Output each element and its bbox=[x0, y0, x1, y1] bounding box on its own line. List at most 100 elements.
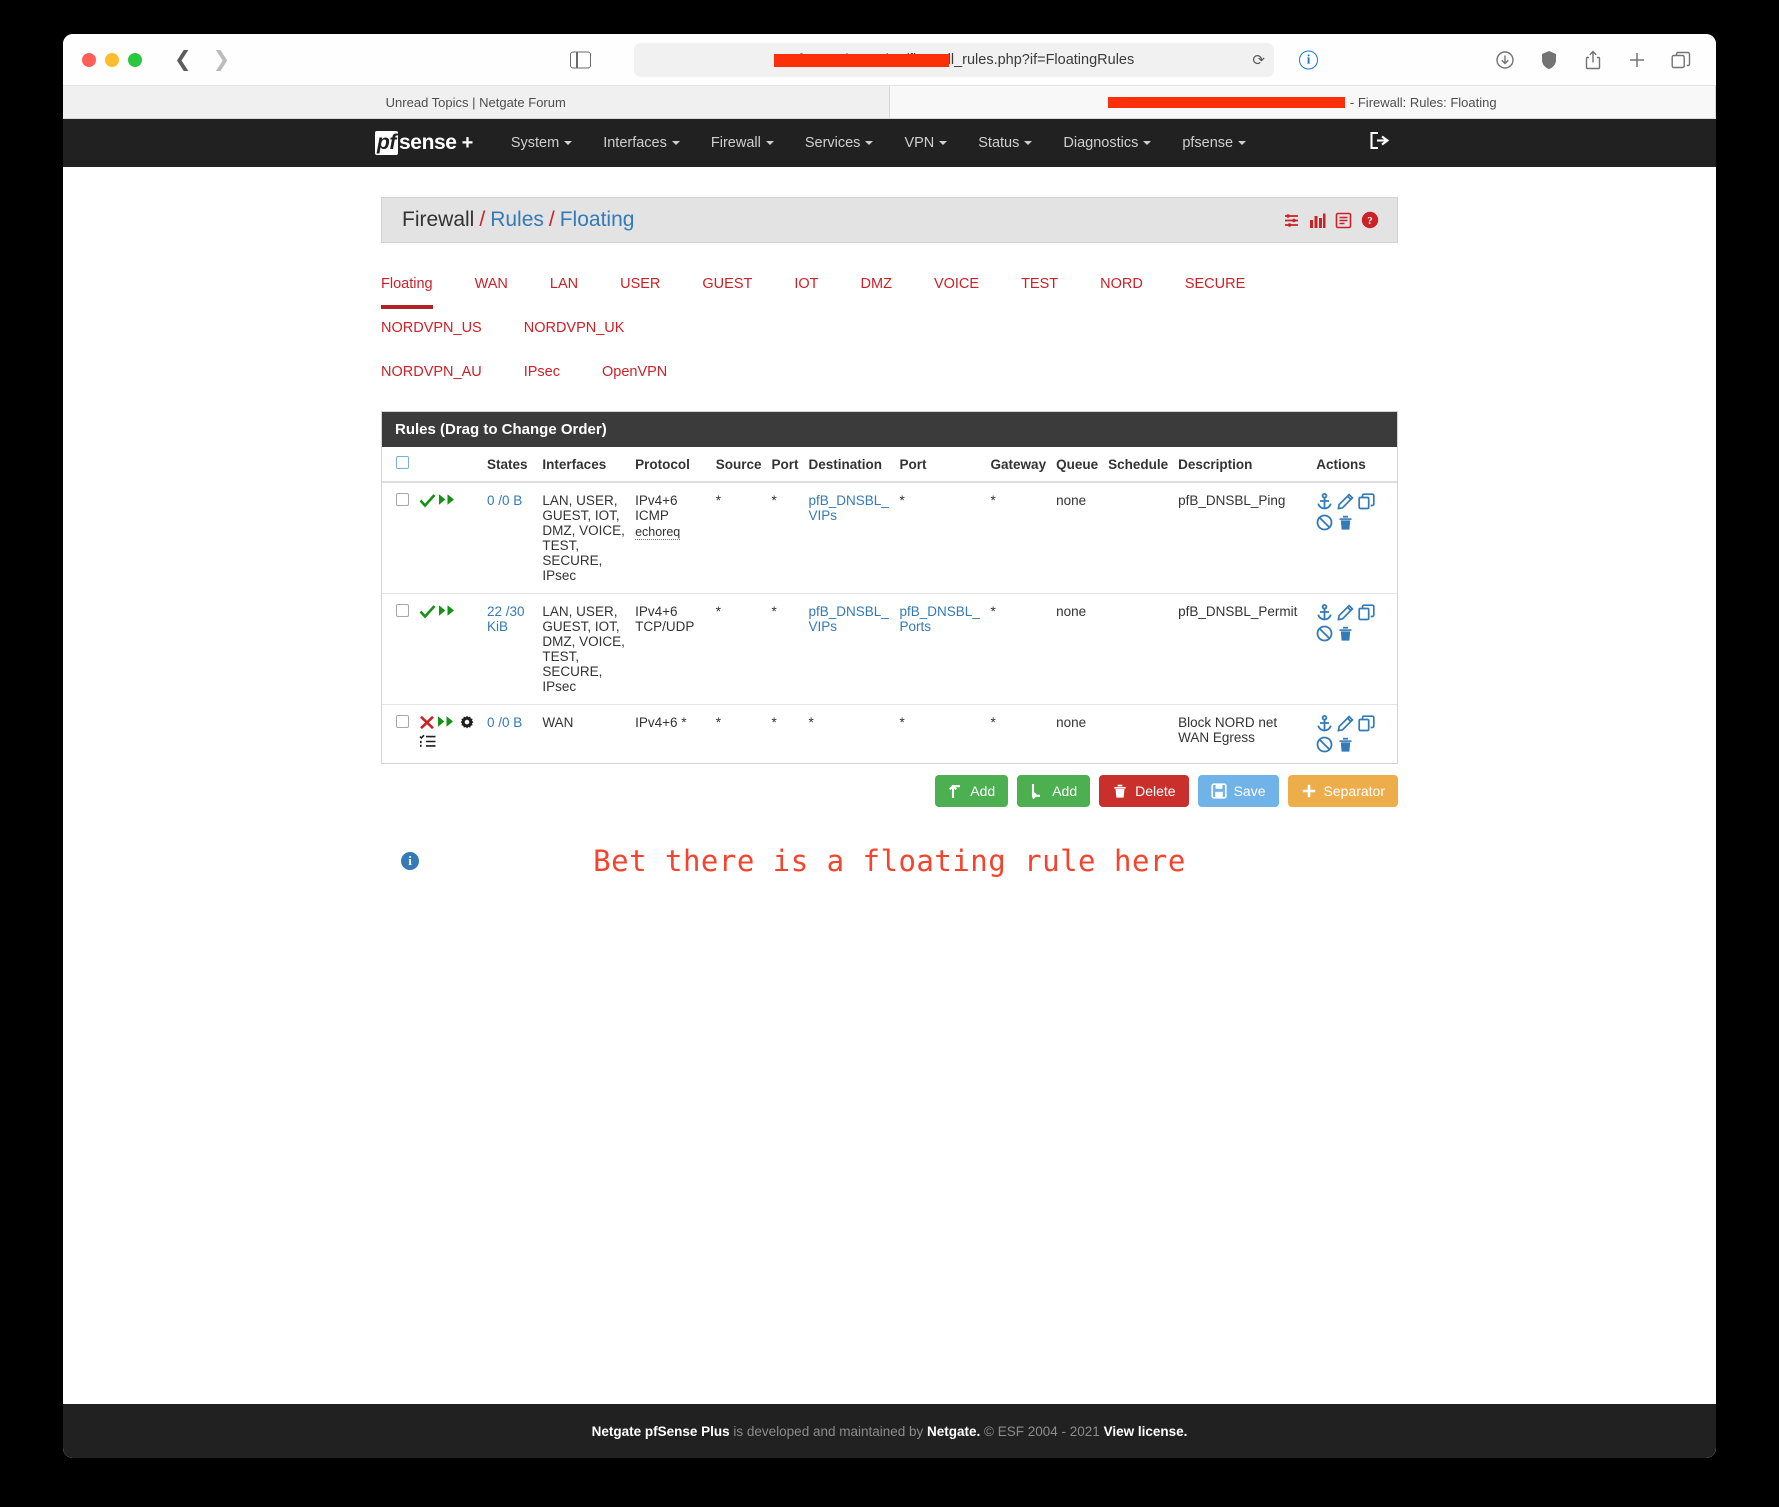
tab-nordvpn-au[interactable]: NORDVPN_AU bbox=[381, 353, 482, 397]
reload-icon[interactable]: ⟳ bbox=[1252, 51, 1265, 69]
add-rule-top-button[interactable]: Add bbox=[935, 775, 1009, 807]
delete-icon[interactable] bbox=[1337, 736, 1354, 753]
select-all-checkbox[interactable] bbox=[396, 456, 409, 469]
row-select-cell[interactable] bbox=[382, 482, 414, 594]
block-x-icon[interactable] bbox=[419, 715, 435, 730]
chevron-down-icon bbox=[1238, 141, 1247, 146]
tab-voice[interactable]: VOICE bbox=[934, 265, 979, 309]
browser-tab-bar[interactable]: Unread Topics | Netgate Forum - Firewall… bbox=[63, 86, 1716, 119]
anchor-icon[interactable] bbox=[1316, 604, 1333, 621]
address-bar[interactable]: 🔒 pfsense.home.lan /firewall_rules.php?i… bbox=[634, 43, 1274, 77]
share-icon[interactable] bbox=[1583, 50, 1603, 70]
logout-icon[interactable] bbox=[1369, 131, 1390, 155]
nav-item-firewall[interactable]: Firewall bbox=[711, 135, 774, 151]
advanced-forward-icon[interactable] bbox=[439, 493, 457, 506]
maximize-window-button[interactable] bbox=[128, 52, 142, 67]
tab-openvpn[interactable]: OpenVPN bbox=[602, 353, 667, 397]
destination-link[interactable]: pfB_DNSBL_ VIPs bbox=[809, 493, 889, 523]
add-rule-bottom-button[interactable]: Add bbox=[1017, 775, 1091, 807]
advanced-forward-icon[interactable] bbox=[438, 715, 456, 728]
help-icon[interactable]: ? bbox=[1361, 211, 1379, 229]
gear-icon[interactable] bbox=[459, 715, 475, 731]
tab-iot[interactable]: IOT bbox=[794, 265, 818, 309]
log-icon[interactable] bbox=[1335, 212, 1352, 229]
tab-user[interactable]: USER bbox=[620, 265, 660, 309]
advanced-forward-icon[interactable] bbox=[439, 604, 457, 617]
copy-icon[interactable] bbox=[1358, 493, 1375, 510]
anchor-icon[interactable] bbox=[1316, 715, 1333, 732]
destination-link[interactable]: pfB_DNSBL_ VIPs bbox=[809, 604, 889, 634]
row-description: pfB_DNSBL_Ping bbox=[1178, 493, 1286, 508]
tab-guest[interactable]: GUEST bbox=[702, 265, 752, 309]
copy-icon[interactable] bbox=[1358, 604, 1375, 621]
page-info-icon[interactable]: i bbox=[1299, 50, 1318, 69]
footer-license-link[interactable]: View license. bbox=[1104, 1424, 1188, 1439]
delete-icon[interactable] bbox=[1337, 625, 1354, 642]
nav-item-system[interactable]: System bbox=[511, 135, 573, 151]
row-checkbox[interactable] bbox=[396, 604, 409, 617]
navigation-arrows[interactable]: ❮ ❯ bbox=[174, 49, 230, 70]
row-select-cell[interactable] bbox=[382, 704, 414, 763]
delete-icon[interactable] bbox=[1337, 514, 1354, 531]
tab-ipsec[interactable]: IPsec bbox=[524, 353, 560, 397]
anchor-icon[interactable] bbox=[1316, 493, 1333, 510]
breadcrumb-rules-link[interactable]: Rules bbox=[490, 208, 544, 231]
tab-wan[interactable]: WAN bbox=[475, 265, 508, 309]
shield-icon[interactable] bbox=[1539, 50, 1559, 70]
browser-tab-0[interactable]: Unread Topics | Netgate Forum bbox=[63, 86, 890, 118]
tab-nordvpn-uk[interactable]: NORDVPN_UK bbox=[524, 309, 625, 353]
table-row[interactable]: 0 /0 B WAN IPv4+6 * * * * * * none Block… bbox=[382, 704, 1397, 763]
nav-item-interfaces[interactable]: Interfaces bbox=[603, 135, 680, 151]
states-value[interactable]: 0 /0 B bbox=[487, 715, 522, 730]
edit-icon[interactable] bbox=[1337, 493, 1354, 510]
nav-item-status[interactable]: Status bbox=[978, 135, 1033, 151]
tab-test[interactable]: TEST bbox=[1021, 265, 1058, 309]
sidebar-toggle-icon[interactable] bbox=[570, 51, 591, 68]
tab-lan[interactable]: LAN bbox=[550, 265, 578, 309]
save-button[interactable]: Save bbox=[1197, 775, 1279, 807]
footer-company[interactable]: Netgate. bbox=[927, 1424, 980, 1439]
minimize-window-button[interactable] bbox=[105, 52, 119, 67]
window-traffic-lights[interactable] bbox=[82, 52, 142, 67]
copy-icon[interactable] bbox=[1358, 715, 1375, 732]
tab-secure[interactable]: SECURE bbox=[1185, 265, 1245, 309]
pfsense-logo[interactable]: pf sense + bbox=[375, 131, 473, 155]
tab-dmz[interactable]: DMZ bbox=[861, 265, 892, 309]
pass-check-icon[interactable] bbox=[419, 493, 436, 508]
nav-item-pfsense[interactable]: pfsense bbox=[1182, 135, 1247, 151]
separator-button[interactable]: Separator bbox=[1287, 775, 1398, 807]
settings-sliders-icon[interactable] bbox=[1283, 212, 1300, 229]
forward-icon[interactable]: ❯ bbox=[213, 49, 231, 70]
close-window-button[interactable] bbox=[82, 52, 96, 67]
disable-icon[interactable] bbox=[1316, 625, 1333, 642]
nav-item-services[interactable]: Services bbox=[805, 135, 874, 151]
downloads-icon[interactable] bbox=[1495, 50, 1515, 70]
tab-overview-icon[interactable] bbox=[1671, 50, 1691, 70]
disable-icon[interactable] bbox=[1316, 736, 1333, 753]
delete-rules-button[interactable]: Delete bbox=[1099, 775, 1189, 807]
row-select-cell[interactable] bbox=[382, 593, 414, 705]
chart-icon[interactable] bbox=[1309, 212, 1326, 229]
pass-check-icon[interactable] bbox=[419, 604, 436, 619]
log-checklist-icon[interactable] bbox=[419, 734, 436, 748]
browser-tab-1[interactable]: - Firewall: Rules: Floating bbox=[889, 86, 1716, 118]
nav-item-diagnostics[interactable]: Diagnostics bbox=[1063, 135, 1152, 151]
states-value[interactable]: 0 /0 B bbox=[487, 493, 522, 508]
edit-icon[interactable] bbox=[1337, 715, 1354, 732]
tab-floating[interactable]: Floating bbox=[381, 265, 433, 309]
new-tab-icon[interactable] bbox=[1627, 50, 1647, 70]
tab-nord[interactable]: NORD bbox=[1100, 265, 1143, 309]
table-row[interactable]: 22 /30 KiB LAN, USER, GUEST, IOT, DMZ, V… bbox=[382, 593, 1397, 705]
nav-item-vpn[interactable]: VPN bbox=[904, 135, 948, 151]
row-checkbox[interactable] bbox=[396, 715, 409, 728]
button-label: Add bbox=[1052, 783, 1078, 799]
breadcrumb-floating-link[interactable]: Floating bbox=[560, 208, 635, 231]
row-checkbox[interactable] bbox=[396, 493, 409, 506]
table-row[interactable]: 0 /0 B LAN, USER, GUEST, IOT, DMZ, VOICE… bbox=[382, 482, 1397, 594]
dest-port-link[interactable]: pfB_DNSBL_ Ports bbox=[900, 604, 980, 634]
edit-icon[interactable] bbox=[1337, 604, 1354, 621]
disable-icon[interactable] bbox=[1316, 514, 1333, 531]
states-value[interactable]: 22 /30 KiB bbox=[487, 604, 525, 634]
tab-nordvpn-us[interactable]: NORDVPN_US bbox=[381, 309, 482, 353]
back-icon[interactable]: ❮ bbox=[174, 49, 192, 70]
